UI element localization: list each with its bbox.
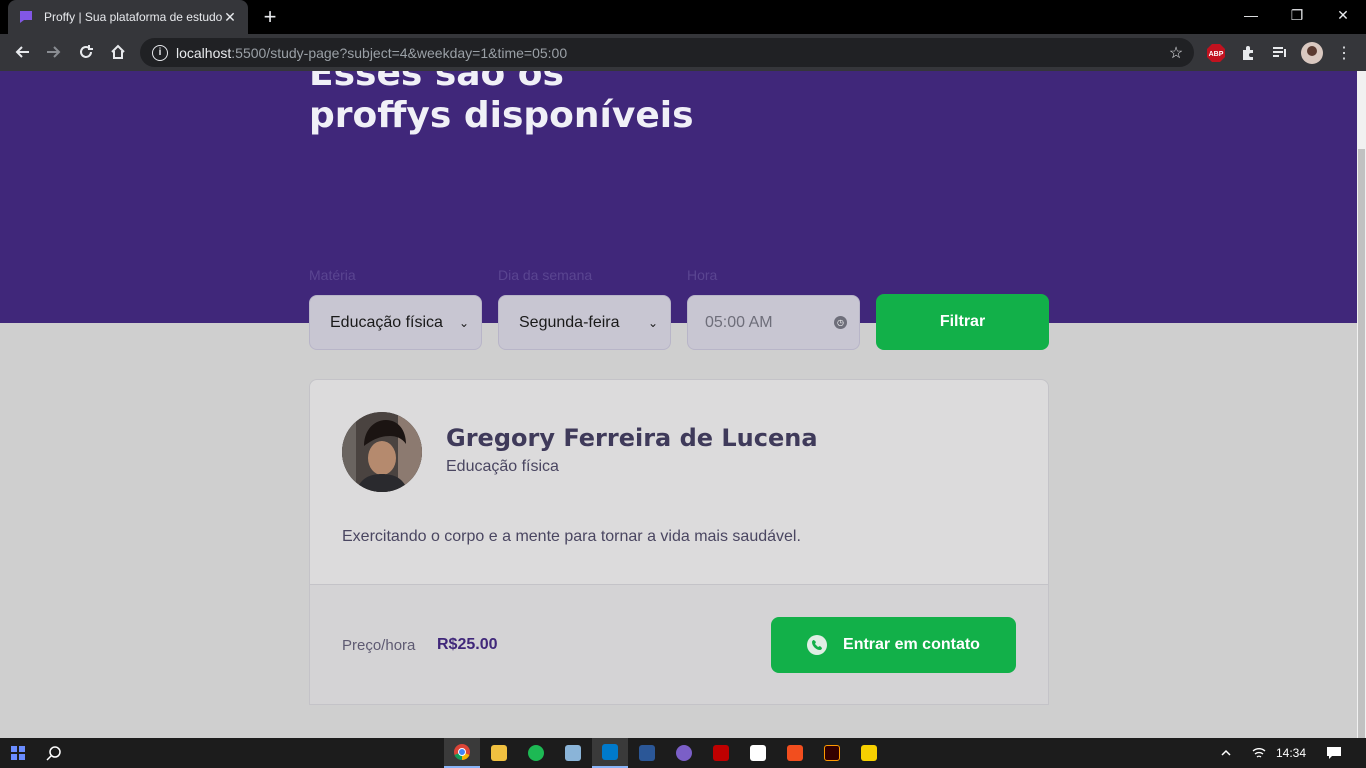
browser-toolbar: i localhost :5500/study-page?subject=4&w… [0, 34, 1366, 71]
teacher-name: Gregory Ferreira de Lucena [446, 424, 818, 452]
contact-button-label: Entrar em contato [843, 636, 980, 653]
proffy-favicon-icon [18, 9, 34, 25]
figma-icon[interactable] [777, 738, 813, 768]
sticky-notes-icon[interactable] [851, 738, 887, 768]
time-input[interactable]: 05:00 AM ◷ [687, 295, 860, 350]
notepad-icon[interactable] [555, 738, 591, 768]
vscode-icon[interactable] [592, 738, 628, 768]
page-title-line2: proffys disponíveis [309, 95, 694, 136]
teacher-card-footer: Preço/hora R$25.00 Entrar em contato [310, 584, 1048, 704]
svg-text:ABP: ABP [1209, 51, 1224, 58]
filter-button[interactable]: Filtrar [876, 294, 1049, 350]
page-title-line1: Esses são os [309, 71, 564, 94]
contact-button[interactable]: Entrar em contato [771, 617, 1016, 673]
whatsapp-icon [807, 635, 828, 655]
profile-avatar[interactable] [1301, 42, 1323, 64]
wifi-icon[interactable] [1241, 738, 1277, 768]
subject-select[interactable]: Educação física ⌄ [309, 295, 482, 350]
weekday-select[interactable]: Segunda-feira ⌄ [498, 295, 671, 350]
page-viewport: Esses são os proffys disponíveis Matéria… [0, 71, 1357, 738]
tab-close-icon[interactable]: ✕ [222, 9, 238, 26]
forward-icon[interactable] [42, 40, 66, 64]
browser-titlebar: Proffy | Sua plataforma de estudos ✕ + —… [0, 0, 1366, 34]
chevron-up-icon[interactable] [1208, 738, 1244, 768]
spotify-icon[interactable] [518, 738, 554, 768]
teacher-subject: Educação física [446, 458, 559, 475]
clock-icon[interactable]: ◷ [834, 316, 847, 329]
bookmark-star-icon[interactable]: ☆ [1165, 42, 1187, 64]
tab-title: Proffy | Sua plataforma de estudos [44, 10, 222, 24]
new-tab-button[interactable]: + [258, 5, 282, 29]
home-icon[interactable] [106, 40, 130, 64]
extensions-icon[interactable] [1237, 42, 1259, 64]
site-info-icon[interactable]: i [152, 44, 168, 61]
teacher-card: Gregory Ferreira de Lucena Educação físi… [309, 379, 1049, 705]
subject-label: Matéria [309, 267, 356, 283]
time-input-value: 05:00 AM [705, 313, 773, 331]
restore-icon[interactable]: ❐ [1274, 0, 1320, 30]
github-desktop-icon[interactable] [666, 738, 702, 768]
chevron-down-icon: ⌄ [458, 315, 469, 330]
notifications-icon[interactable] [1316, 738, 1352, 768]
price-value: R$25.00 [437, 636, 498, 653]
chrome-taskbar-icon[interactable] [444, 738, 480, 768]
weekday-label: Dia da semana [498, 267, 593, 283]
notion-icon[interactable] [740, 738, 776, 768]
start-icon[interactable] [0, 738, 36, 768]
search-icon[interactable] [36, 738, 72, 768]
file-explorer-icon[interactable] [481, 738, 517, 768]
adblock-icon[interactable]: ABP [1205, 42, 1227, 64]
teacher-avatar [342, 412, 422, 492]
browser-menu-icon[interactable]: ⋮ [1333, 42, 1355, 64]
page-header: Esses são os proffys disponíveis Matéria… [0, 71, 1357, 350]
subject-select-value: Educação física [330, 313, 443, 331]
price-label: Preço/hora [342, 637, 416, 654]
time-label: Hora [687, 267, 718, 283]
minimize-icon[interactable]: — [1228, 0, 1274, 30]
taskbar-clock[interactable]: 14:34 [1276, 746, 1306, 760]
page-title: Esses são os proffys disponíveis [309, 71, 729, 137]
windows-taskbar: 14:34 [0, 738, 1366, 768]
url-path: :5500/study-page?subject=4&weekday=1&tim… [231, 44, 568, 61]
filezilla-icon[interactable] [703, 738, 739, 768]
address-bar[interactable]: i localhost :5500/study-page?subject=4&w… [140, 38, 1194, 67]
powershell-icon[interactable] [629, 738, 665, 768]
page-scrollbar[interactable] [1357, 71, 1366, 738]
scrollbar-thumb[interactable] [1358, 149, 1365, 738]
window-close-icon[interactable]: ✕ [1320, 0, 1366, 30]
teacher-bio: Exercitando o corpo e a mente para torna… [342, 528, 801, 545]
media-control-icon[interactable] [1269, 42, 1291, 64]
url-host: localhost [176, 44, 232, 61]
back-icon[interactable] [10, 40, 34, 64]
illustrator-icon[interactable] [814, 738, 850, 768]
chevron-down-icon: ⌄ [647, 315, 658, 330]
reload-icon[interactable] [74, 40, 98, 64]
weekday-select-value: Segunda-feira [519, 313, 620, 331]
browser-tab[interactable]: Proffy | Sua plataforma de estudos ✕ [8, 0, 248, 34]
